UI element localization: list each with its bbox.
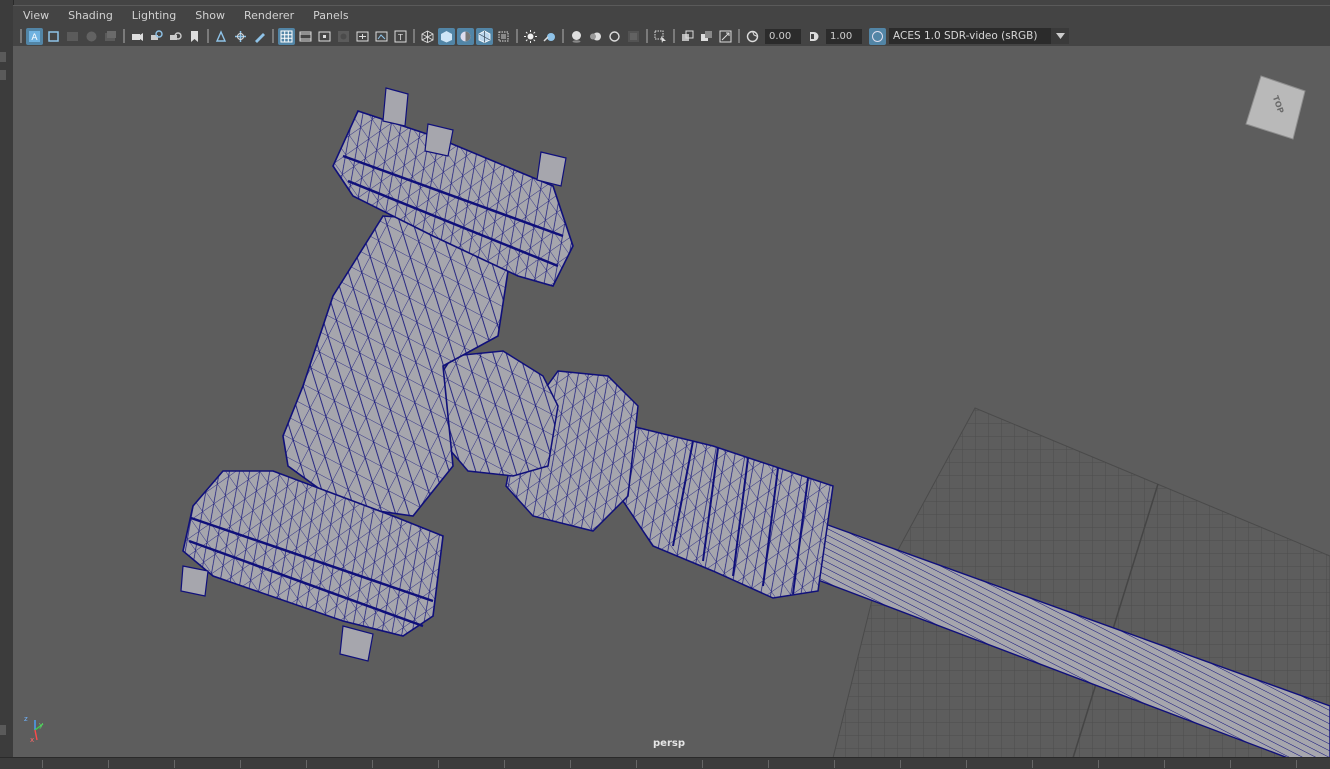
gamma-field[interactable]: 1.00 <box>826 28 862 44</box>
model-panel: View Shading Lighting Show Renderer Pane… <box>13 5 1330 758</box>
safe-action-icon[interactable] <box>373 28 390 45</box>
shadows-icon[interactable] <box>541 28 558 45</box>
camera-orbit-icon[interactable] <box>167 28 184 45</box>
color-management-icon[interactable] <box>869 27 886 45</box>
smooth-shade-icon[interactable] <box>438 27 455 45</box>
menu-shading[interactable]: Shading <box>58 6 122 26</box>
ssao-icon[interactable] <box>568 28 585 45</box>
resolution-gate-icon[interactable] <box>316 28 333 45</box>
panel-menu-bar: View Shading Lighting Show Renderer Pane… <box>13 6 1330 26</box>
camera-attributes-icon[interactable] <box>45 28 62 45</box>
xray-joints-icon[interactable] <box>679 28 696 45</box>
select-camera-icon[interactable]: A <box>26 27 43 45</box>
toolbar-separator <box>646 29 648 43</box>
xray-active-icon[interactable] <box>698 28 715 45</box>
chevron-down-icon[interactable] <box>1051 28 1069 44</box>
field-chart-icon[interactable] <box>354 28 371 45</box>
exposure-field[interactable]: 0.00 <box>765 28 801 44</box>
film-gate-icon[interactable] <box>297 28 314 45</box>
left-shelf-strip <box>0 0 14 768</box>
color-management-value: ACES 1.0 SDR-video (sRGB) <box>893 30 1038 42</box>
menu-view[interactable]: View <box>13 6 58 26</box>
xray-icon[interactable] <box>495 28 512 45</box>
exposure-icon[interactable] <box>744 28 761 45</box>
bookmark-flag-icon[interactable] <box>186 28 203 45</box>
use-all-lights-icon[interactable] <box>522 28 539 45</box>
wireframe-on-shaded-icon[interactable] <box>476 27 493 45</box>
camera-keyframe-icon[interactable] <box>148 28 165 45</box>
strip-handle[interactable] <box>0 52 6 62</box>
2d-pan-zoom-icon[interactable] <box>232 28 249 45</box>
axis-y-label: y <box>39 721 44 729</box>
menu-panels[interactable]: Panels <box>303 6 357 26</box>
anti-aliasing-icon[interactable] <box>606 28 623 45</box>
menu-lighting[interactable]: Lighting <box>122 6 185 26</box>
bottom-strip <box>0 757 1330 769</box>
toolbar-separator <box>673 29 675 43</box>
axis-x-label: x <box>30 736 35 744</box>
gamma-icon[interactable] <box>805 28 822 45</box>
3d-viewport[interactable]: TOP z y x persp <box>13 46 1330 758</box>
threaded-coupling <box>612 423 834 599</box>
isolate-select-icon[interactable] <box>652 28 669 45</box>
2d-pan-zoom-icon[interactable] <box>102 28 119 45</box>
toolbar-separator <box>516 29 518 43</box>
toolbar-separator <box>738 29 740 43</box>
motion-blur-icon[interactable] <box>587 28 604 45</box>
bookmark-icon[interactable] <box>64 28 81 45</box>
strip-handle[interactable] <box>0 725 6 735</box>
strip-handle[interactable] <box>0 70 6 80</box>
toolbar-separator <box>207 29 209 43</box>
grease-pencil-icon[interactable] <box>129 28 146 45</box>
panel-toolbar: A T 0.00 1.00 ACES 1.0 SDR-video (sRGB) <box>13 26 1330 46</box>
safe-title-icon[interactable]: T <box>392 28 409 45</box>
toolbar-separator <box>562 29 564 43</box>
svg-text:T: T <box>397 33 403 42</box>
grid-icon[interactable] <box>278 27 295 45</box>
toolbar-separator <box>413 29 415 43</box>
image-plane-icon[interactable] <box>83 28 100 45</box>
camera-name-label: persp <box>653 738 685 749</box>
default-material-icon[interactable] <box>457 27 474 45</box>
depth-of-field-icon[interactable] <box>625 28 642 45</box>
svg-text:A: A <box>31 33 38 43</box>
menu-renderer[interactable]: Renderer <box>234 6 303 26</box>
grease-pencil-icon[interactable] <box>251 28 268 45</box>
viewport-scene <box>34 75 1330 758</box>
menu-show[interactable]: Show <box>185 6 234 26</box>
color-management-dropdown[interactable]: ACES 1.0 SDR-video (sRGB) <box>889 28 1069 44</box>
toolbar-separator <box>272 29 274 43</box>
image-plane-icon[interactable] <box>213 28 230 45</box>
backface-culling-icon[interactable] <box>717 28 734 45</box>
gate-mask-icon[interactable] <box>335 28 352 45</box>
axis-z-label: z <box>24 715 28 723</box>
toolbar-separator <box>123 29 125 43</box>
wireframe-icon[interactable] <box>419 28 436 45</box>
toolbar-separator <box>20 29 22 43</box>
